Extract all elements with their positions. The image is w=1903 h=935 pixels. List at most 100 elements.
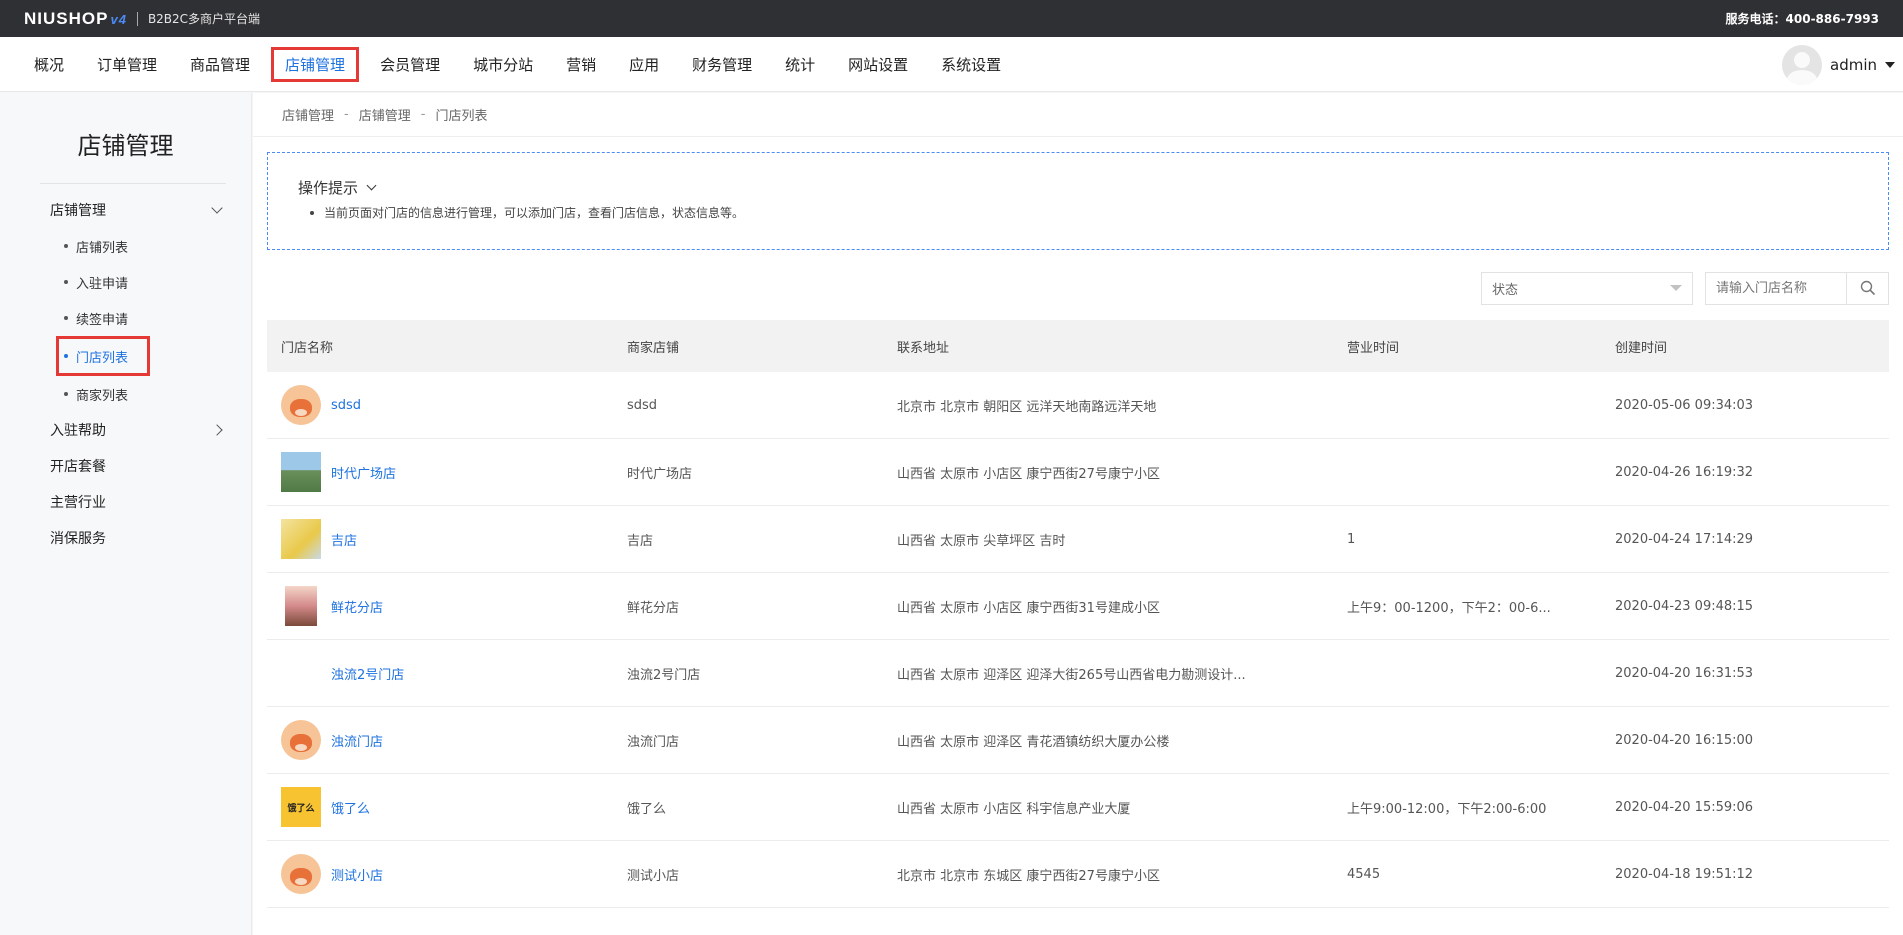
chevron-down-icon — [211, 202, 223, 214]
search-icon — [1860, 280, 1875, 296]
search-button[interactable] — [1846, 272, 1888, 304]
col-created: 创建时间 — [1615, 340, 1668, 356]
col-store-name: 门店名称 — [281, 340, 334, 356]
sidebar: 店铺管理 店铺管理 店铺列表 入驻申请 续签申请 门店列表 商家列表 入驻帮助 … — [0, 93, 252, 935]
col-merchant: 商家店铺 — [627, 340, 680, 356]
store-name-link[interactable]: sdsd — [331, 398, 361, 413]
logo[interactable]: NIUSHOP v4 — [24, 9, 127, 29]
sidebar-item-join-apply[interactable]: 入驻申请 — [0, 264, 251, 300]
table-row: 吉店 吉店 山西省 太原市 尖草坪区 吉时 1 2020-04-24 17:14… — [267, 506, 1889, 573]
sidebar-group-label: 入驻帮助 — [50, 423, 106, 439]
nav-shops[interactable]: 店铺管理 — [271, 46, 360, 82]
address-cell: 山西省 太原市 迎泽区 青花酒镇纺织大厦办公楼 — [897, 734, 1170, 750]
status-select[interactable]: 状态 — [1481, 271, 1693, 305]
caret-down-icon[interactable] — [1885, 62, 1895, 68]
store-name-link[interactable]: 饿了么 — [331, 798, 370, 817]
chevron-right-icon — [211, 424, 223, 436]
breadcrumb-item[interactable]: 店铺管理 — [282, 105, 334, 124]
table-row: 鲜花分店 鲜花分店 山西省 太原市 小店区 康宁西街31号建成小区 上午9：00… — [267, 573, 1889, 640]
address-cell: 山西省 太原市 尖草坪区 吉时 — [897, 533, 1066, 549]
nav-marketing[interactable]: 营销 — [554, 48, 608, 81]
nav-statistics[interactable]: 统计 — [773, 48, 827, 81]
table-row: 浊流门店 浊流门店 山西省 太原市 迎泽区 青花酒镇纺织大厦办公楼 2020-0… — [267, 707, 1889, 774]
nav-site-settings[interactable]: 网站设置 — [836, 48, 920, 81]
store-thumbnail: 饿了么 — [281, 787, 321, 827]
store-thumbnail — [281, 385, 321, 425]
breadcrumb-item[interactable]: 店铺管理 — [359, 105, 411, 124]
nav-finance[interactable]: 财务管理 — [680, 48, 764, 81]
breadcrumb-separator: - — [420, 107, 426, 122]
sidebar-group-shop-management[interactable]: 店铺管理 — [0, 192, 251, 228]
table-row: 测试小店 测试小店 北京市 北京市 东城区 康宁西街27号康宁小区 4545 2… — [267, 841, 1889, 908]
filter-bar: 状态 — [267, 271, 1889, 305]
search-box — [1705, 271, 1889, 305]
nav-city-sites[interactable]: 城市分站 — [461, 48, 545, 81]
sidebar-item-industries[interactable]: 主营行业 — [0, 484, 251, 520]
main-area: 操作提示 当前页面对门店的信息进行管理，可以添加门店，查看门店信息，状态信息等。… — [253, 137, 1903, 935]
sidebar-item-label: 主营行业 — [50, 495, 106, 511]
store-name-link[interactable]: 浊流门店 — [331, 731, 383, 750]
nav-apps[interactable]: 应用 — [617, 48, 671, 81]
merchant-cell: sdsd — [627, 397, 658, 413]
sidebar-item-label: 消保服务 — [50, 531, 106, 547]
store-table: 门店名称 商家店铺 联系地址 营业时间 创建时间 sdsd sdsd 北京市 北… — [267, 320, 1889, 908]
sidebar-item-store-list[interactable]: 门店列表 — [64, 339, 147, 373]
caret-down-icon — [1670, 285, 1682, 291]
created-cell: 2020-04-20 16:15:00 — [1615, 732, 1754, 748]
store-thumbnail — [281, 854, 321, 894]
nav-members[interactable]: 会员管理 — [368, 48, 452, 81]
address-cell: 北京市 北京市 朝阳区 远洋天地南路远洋天地 — [897, 399, 1157, 415]
store-name-link[interactable]: 测试小店 — [331, 865, 383, 884]
sidebar-item-guarantee[interactable]: 消保服务 — [0, 520, 251, 556]
breadcrumb-current: 门店列表 — [435, 109, 488, 124]
store-name-link[interactable]: 时代广场店 — [331, 463, 396, 482]
table-row: 时代广场店 时代广场店 山西省 太原市 小店区 康宁西街27号康宁小区 2020… — [267, 439, 1889, 506]
store-name-link[interactable]: 鲜花分店 — [331, 597, 383, 616]
nav-overview[interactable]: 概况 — [22, 48, 76, 81]
created-cell: 2020-04-18 19:51:12 — [1615, 866, 1754, 882]
sidebar-item-merchant-list[interactable]: 商家列表 — [0, 376, 251, 412]
created-cell: 2020-04-24 17:14:29 — [1615, 531, 1754, 547]
nav-system-settings[interactable]: 系统设置 — [929, 48, 1013, 81]
brand-divider — [136, 11, 138, 26]
breadcrumb-separator: - — [344, 107, 349, 122]
store-name-link[interactable]: 吉店 — [331, 530, 357, 549]
store-thumbnail — [281, 519, 321, 559]
hours-cell: 上午9:00-12:00，下午2:00-6:00 — [1347, 801, 1547, 817]
created-cell: 2020-04-20 16:31:53 — [1615, 665, 1754, 681]
sidebar-item-renew-apply[interactable]: 续签申请 — [0, 300, 251, 336]
table-row: 浊流2号门店 浊流2号门店 山西省 太原市 迎泽区 迎泽大街265号山西省电力勘… — [267, 640, 1889, 707]
hours-cell: 4545 — [1347, 866, 1381, 882]
nav-orders[interactable]: 订单管理 — [85, 48, 169, 81]
merchant-cell: 吉店 — [627, 533, 654, 549]
avatar[interactable] — [1782, 45, 1822, 85]
address-cell: 山西省 太原市 迎泽区 迎泽大街265号山西省电力勘测设计... — [897, 667, 1246, 683]
user-menu[interactable]: admin — [1782, 45, 1895, 85]
platform-subtitle: B2B2C多商户平台端 — [147, 12, 261, 26]
merchant-cell: 时代广场店 — [627, 466, 693, 482]
store-thumbnail — [281, 720, 321, 760]
col-address: 联系地址 — [897, 340, 950, 356]
hours-cell: 1 — [1347, 531, 1356, 547]
hours-cell: 上午9：00-1200，下午2：00-6... — [1347, 600, 1551, 616]
tips-item: 当前页面对门店的信息进行管理，可以添加门店，查看门店信息，状态信息等。 — [298, 204, 1858, 221]
chevron-down-icon — [366, 180, 377, 191]
user-name[interactable]: admin — [1830, 56, 1877, 74]
created-cell: 2020-04-23 09:48:15 — [1615, 598, 1754, 614]
sidebar-active-highlight: 门店列表 — [56, 336, 150, 376]
col-hours: 营业时间 — [1347, 340, 1400, 356]
created-cell: 2020-04-20 15:59:06 — [1615, 799, 1754, 815]
sidebar-item-shop-list[interactable]: 店铺列表 — [0, 228, 251, 264]
tips-title: 操作提示 — [298, 179, 359, 197]
sidebar-group-join-help[interactable]: 入驻帮助 — [0, 412, 251, 448]
sidebar-title: 店铺管理 — [77, 132, 174, 160]
nav-goods[interactable]: 商品管理 — [178, 48, 262, 81]
operation-tips: 操作提示 当前页面对门店的信息进行管理，可以添加门店，查看门店信息，状态信息等。 — [267, 152, 1889, 250]
store-name-search-input[interactable] — [1706, 272, 1846, 304]
address-cell: 山西省 太原市 小店区 康宁西街31号建成小区 — [897, 600, 1160, 616]
sidebar-item-packages[interactable]: 开店套餐 — [0, 448, 251, 484]
store-name-link[interactable]: 浊流2号门店 — [331, 664, 404, 683]
merchant-cell: 饿了么 — [627, 801, 667, 817]
tips-toggle[interactable]: 操作提示 — [298, 177, 1858, 198]
service-hotline: 服务电话：400-886-7993 — [1725, 12, 1879, 26]
